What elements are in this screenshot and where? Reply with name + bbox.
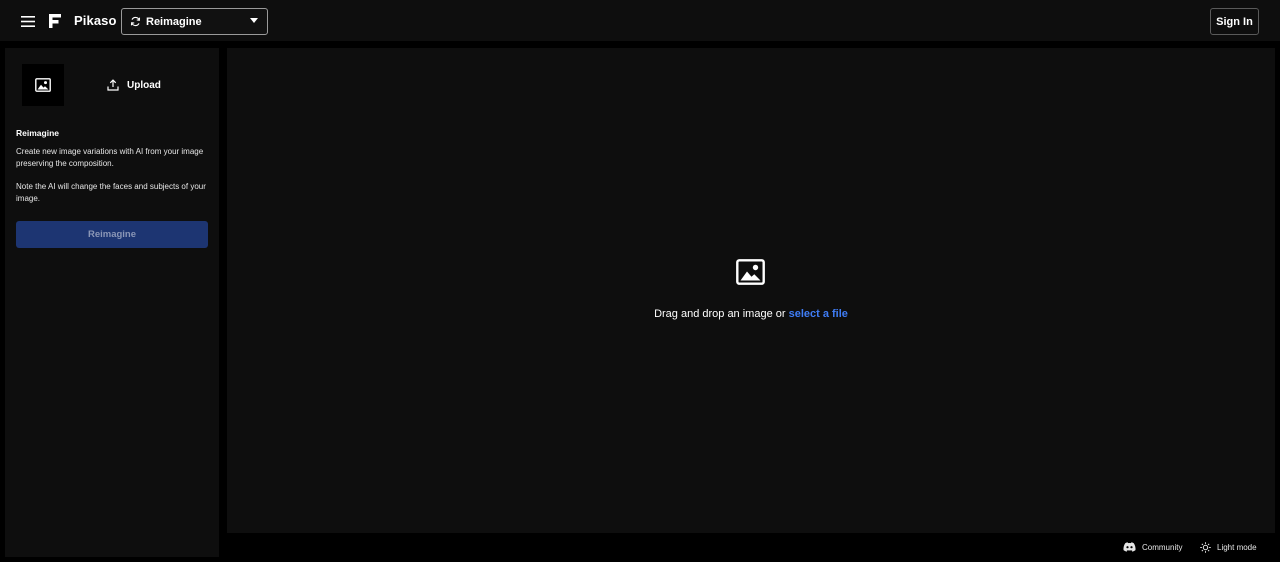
- light-mode-toggle[interactable]: Light mode: [1200, 542, 1257, 553]
- discord-icon: [1123, 542, 1136, 552]
- drop-instructions: Drag and drop an image or select a file: [227, 308, 1275, 320]
- image-icon: [736, 259, 765, 285]
- community-label: Community: [1142, 542, 1183, 552]
- select-file-link[interactable]: select a file: [789, 308, 848, 320]
- image-icon: [35, 78, 51, 92]
- menu-icon: [21, 15, 35, 27]
- image-thumbnail[interactable]: [22, 64, 64, 106]
- brand-name[interactable]: Pikaso: [74, 13, 117, 28]
- image-drop-zone[interactable]: Drag and drop an image or select a file: [227, 48, 1275, 533]
- tool-select[interactable]: Reimagine: [121, 8, 268, 35]
- menu-button[interactable]: [18, 11, 38, 31]
- reimagine-button[interactable]: Reimagine: [16, 221, 208, 248]
- light-mode-label: Light mode: [1217, 543, 1257, 552]
- upload-label: Upload: [127, 79, 161, 91]
- top-bar: Pikaso Reimagine Sign In: [0, 0, 1280, 42]
- logo-icon[interactable]: [47, 13, 63, 29]
- community-link[interactable]: Community: [1123, 542, 1182, 552]
- caret-down-icon: [250, 18, 258, 23]
- tool-select-value: Reimagine: [146, 15, 202, 28]
- upload-icon: [107, 79, 119, 91]
- drop-text: Drag and drop an image or: [654, 308, 789, 320]
- sign-in-button[interactable]: Sign In: [1210, 8, 1259, 35]
- tool-note: Note the AI will change the faces and su…: [16, 182, 206, 203]
- section-title: Reimagine: [16, 128, 59, 138]
- sidebar-panel: Upload Reimagine Create new image variat…: [5, 48, 219, 557]
- upload-button[interactable]: Upload: [107, 77, 161, 93]
- tool-description: Create new image variations with AI from…: [16, 147, 204, 168]
- sun-icon: [1200, 542, 1211, 553]
- refresh-icon: [130, 16, 141, 27]
- footer: Community Light mode: [0, 537, 1280, 562]
